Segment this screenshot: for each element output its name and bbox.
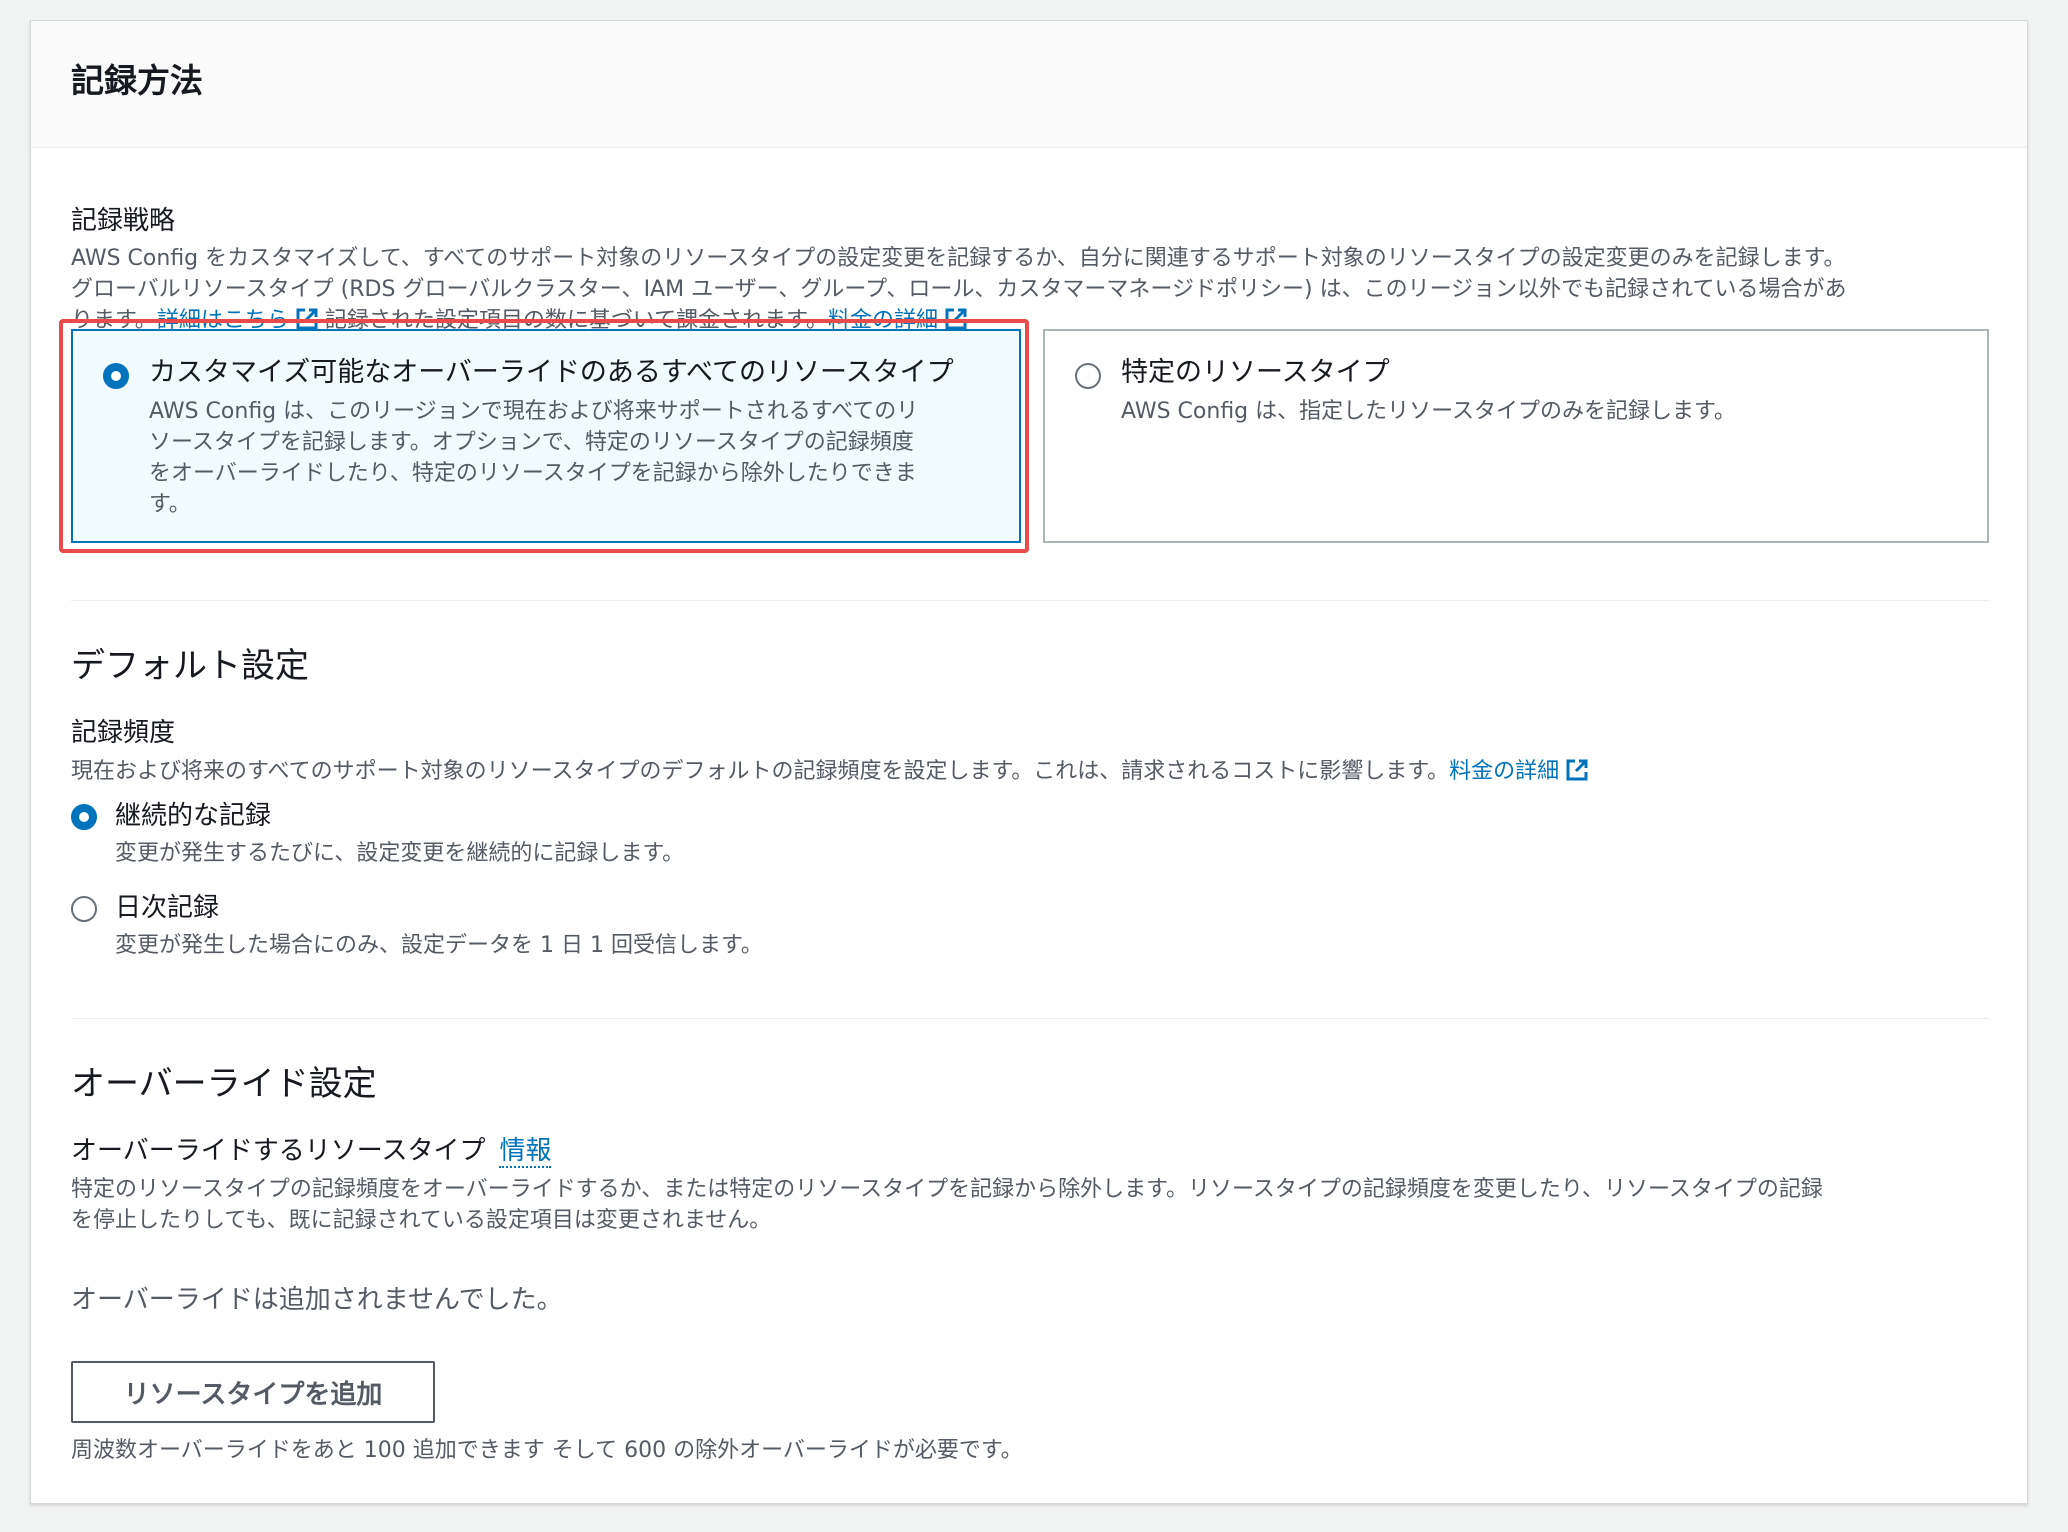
strategy-desc-line1: AWS Config をカスタマイズして、すべてのサポート対象のリソースタイプの… [71, 246, 1846, 271]
override-resource-types-label: オーバーライドするリソースタイプ 情報 [71, 1134, 552, 1168]
option-desc-line: をオーバーライドしたり、特定のリソースタイプを記録から除外したりできま [149, 461, 917, 486]
option-tile-specific-resource-types[interactable]: 特定のリソースタイプ AWS Config は、指定したリソースタイプのみを記録… [1043, 329, 1989, 543]
strategy-desc-line2: グローバルリソースタイプ (RDS グローバルクラスター、IAM ユーザー、グル… [71, 277, 1847, 302]
external-link-icon[interactable] [1565, 758, 1589, 782]
option-desc-line: ソースタイプを記録します。オプションで、特定のリソースタイプの記録頻度 [149, 430, 914, 455]
info-link[interactable]: 情報 [499, 1136, 552, 1168]
strategy-label: 記録戦略 [71, 206, 176, 236]
recording-frequency-desc: 現在および将来のすべてのサポート対象のリソースタイプのデフォルトの記録頻度を設定… [71, 756, 1595, 787]
add-resource-type-button[interactable]: リソースタイプを追加 [71, 1361, 435, 1423]
radio-unchecked-icon[interactable] [1075, 363, 1101, 389]
radio-checked-icon[interactable] [103, 363, 129, 389]
empty-overrides-text: オーバーライドは追加されませんでした。 [71, 1285, 563, 1315]
option-tile-all-resource-types[interactable]: カスタマイズ可能なオーバーライドのあるすべてのリソースタイプ AWS Confi… [71, 329, 1021, 543]
continuous-recording-label[interactable]: 継続的な記録 [115, 799, 271, 833]
page-title: 記録方法 [71, 61, 203, 100]
option-desc-line: AWS Config は、このリージョンで現在および将来サポートされるすべてのリ [149, 399, 919, 424]
daily-recording-label[interactable]: 日次記録 [115, 891, 219, 925]
override-desc-line1: 特定のリソースタイプの記録頻度をオーバーライドするか、または特定のリソースタイプ… [71, 1177, 1823, 1202]
continuous-recording-desc: 変更が発生するたびに、設定変更を継続的に記録します。 [115, 841, 685, 866]
override-settings-title: オーバーライド設定 [71, 1064, 377, 1104]
option-desc-line: す。 [149, 492, 191, 517]
panel-header: 記録方法 [31, 21, 2027, 148]
option-title-specific-resource-types: 特定のリソースタイプ [1121, 357, 1390, 388]
external-link-icon[interactable] [944, 307, 968, 331]
pricing-details-link[interactable]: 料金の詳細 [1449, 759, 1559, 784]
external-link-icon[interactable] [295, 307, 319, 331]
frequency-desc-text: 現在および将来のすべてのサポート対象のリソースタイプのデフォルトの記録頻度を設定… [71, 759, 1450, 784]
override-resource-types-text: オーバーライドするリソースタイプ [71, 1136, 486, 1166]
option-desc-line: AWS Config は、指定したリソースタイプのみを記録します。 [1121, 399, 1736, 424]
divider [71, 1018, 1989, 1019]
recording-frequency-label: 記録頻度 [71, 718, 176, 748]
radio-unchecked-icon[interactable] [71, 896, 97, 922]
default-settings-title: デフォルト設定 [71, 646, 309, 686]
daily-recording-desc: 変更が発生した場合にのみ、設定データを 1 日 1 回受信します。 [115, 933, 763, 958]
override-limit-note: 周波数オーバーライドをあと 100 追加できます そして 600 の除外オーバー… [71, 1438, 1023, 1463]
override-desc-line2: を停止したりしても、既に記録されている設定項目は変更されません。 [71, 1208, 772, 1233]
option-title-all-resource-types: カスタマイズ可能なオーバーライドのあるすべてのリソースタイプ [149, 357, 954, 388]
divider [71, 600, 1989, 601]
radio-checked-icon[interactable] [71, 804, 97, 830]
recording-method-panel: 記録方法 記録戦略 AWS Config をカスタマイズして、すべてのサポート対… [30, 20, 2028, 1504]
